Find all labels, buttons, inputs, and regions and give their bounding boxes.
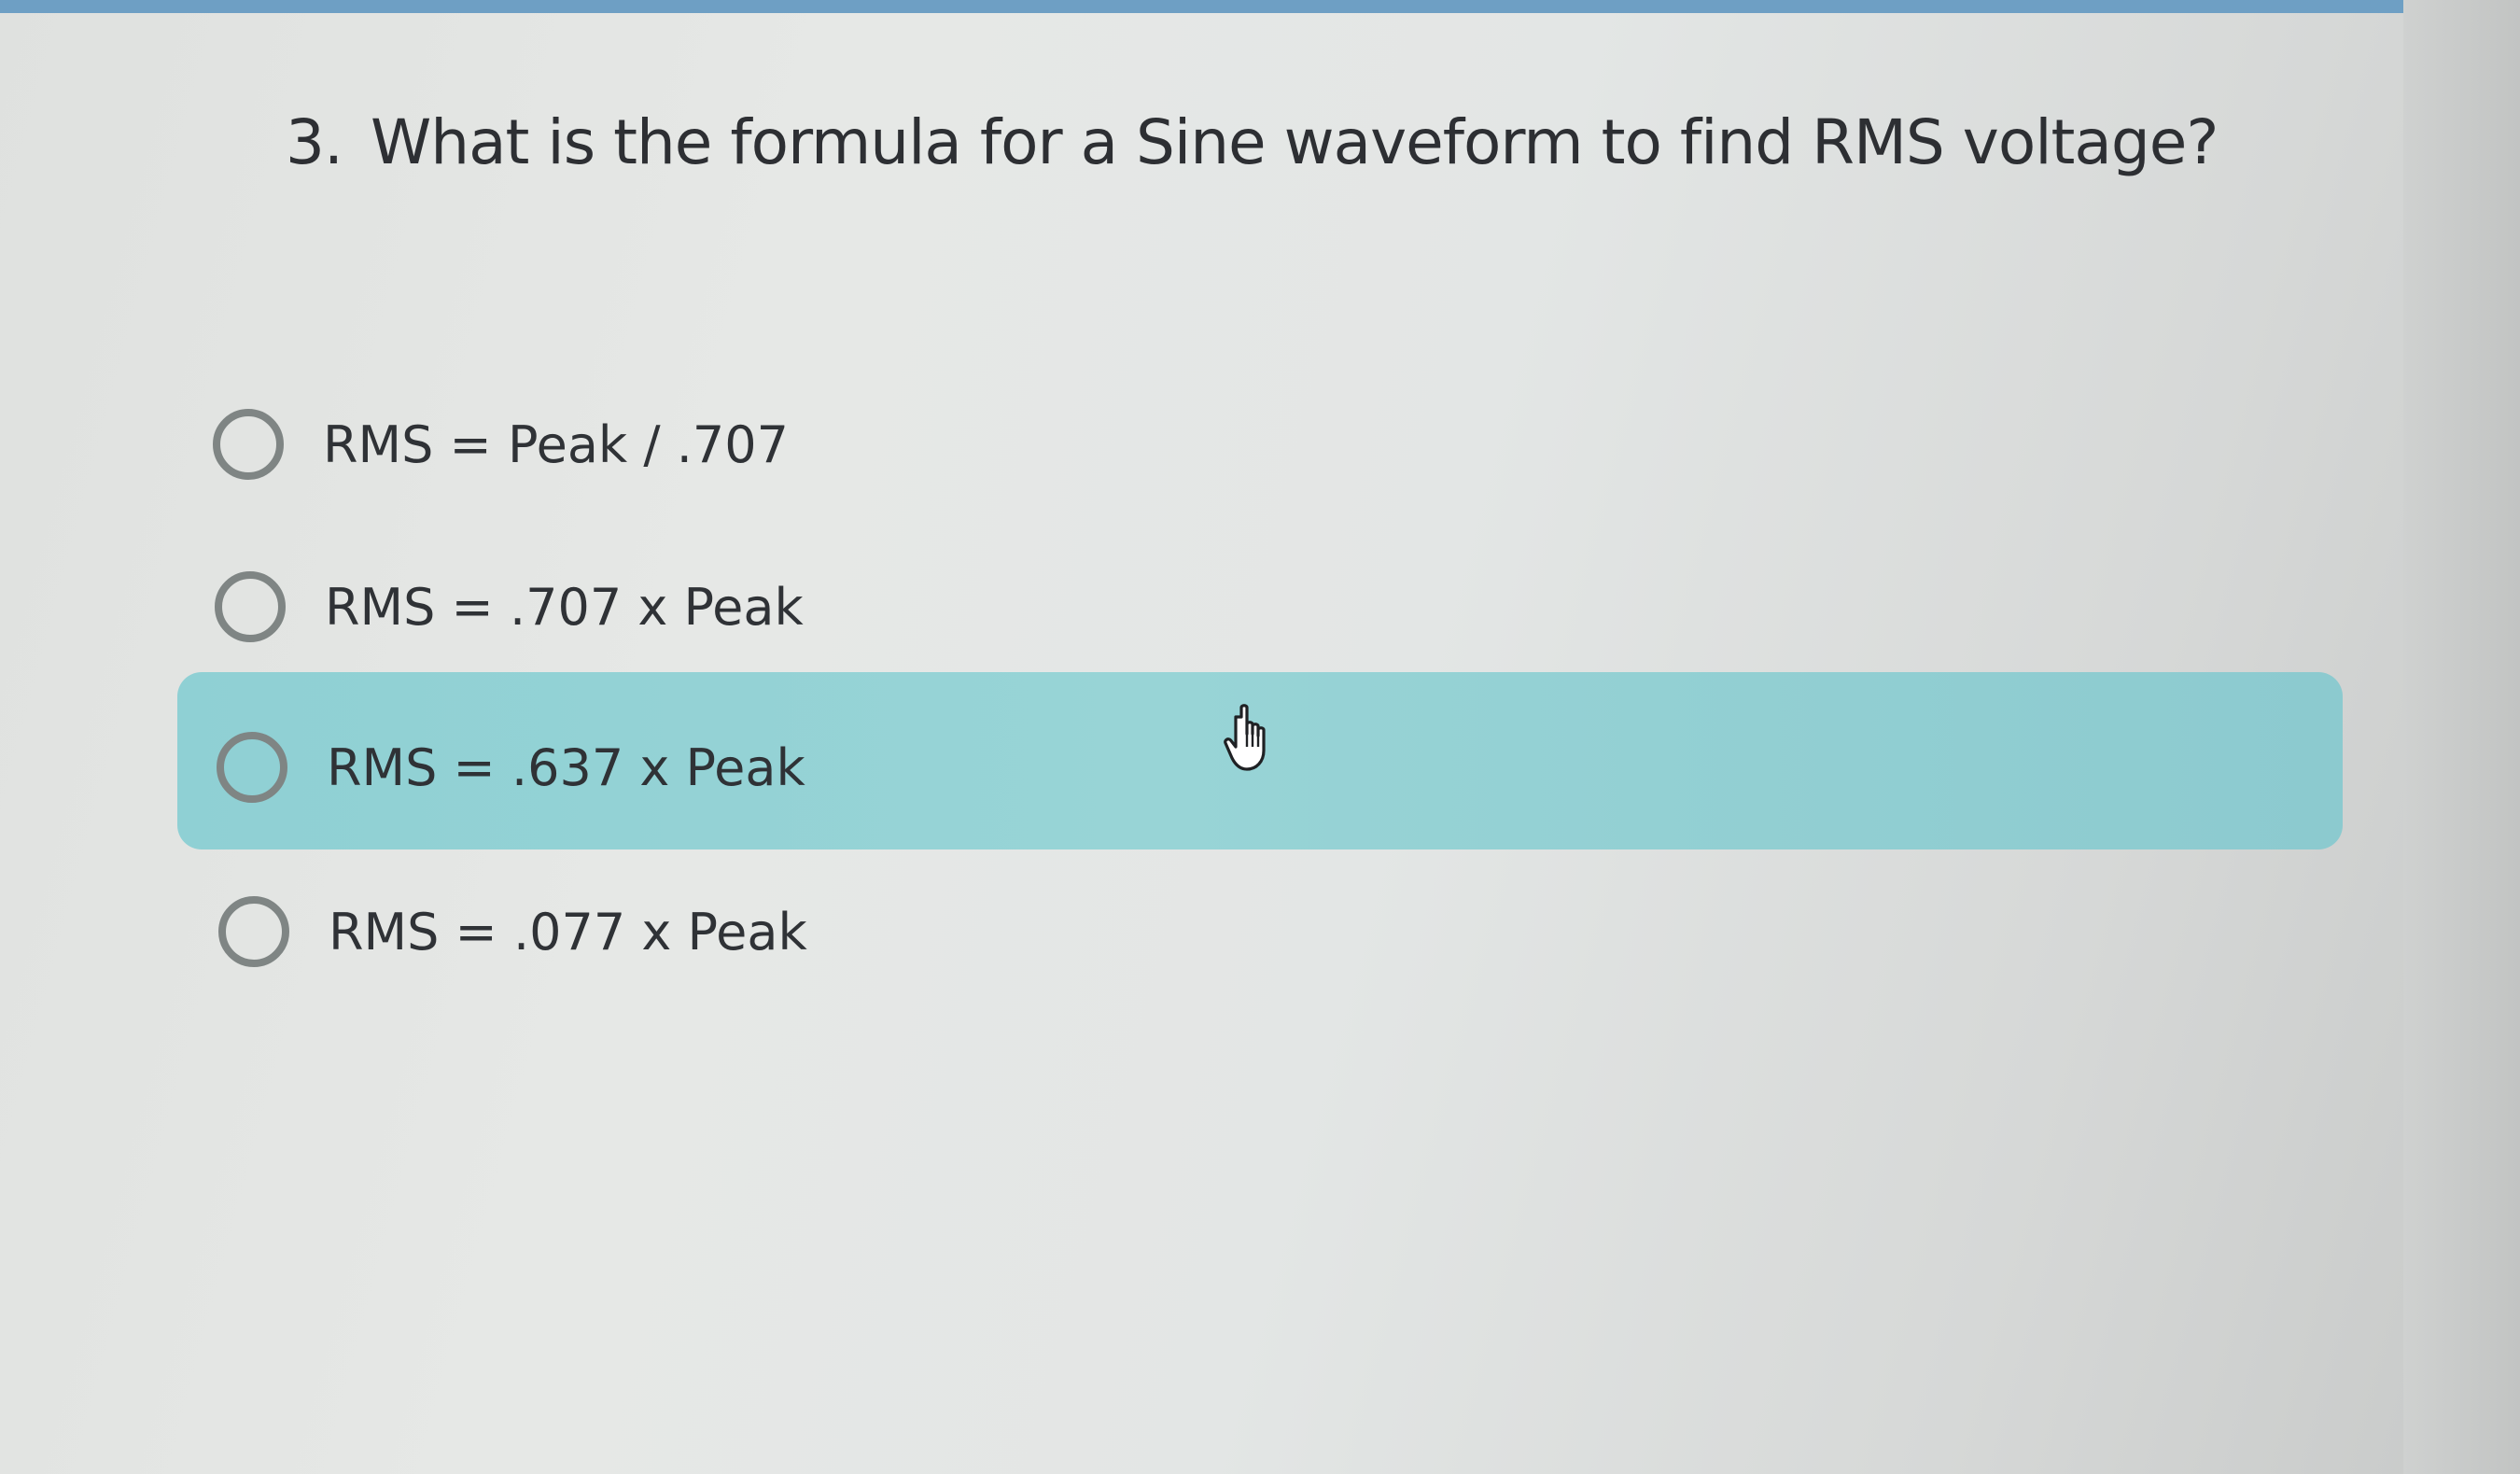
radio-button[interactable] [218,896,289,967]
radio-button[interactable] [217,732,287,803]
answer-option-1[interactable]: RMS = Peak / .707 [177,366,2343,526]
radio-button[interactable] [215,571,286,642]
answer-label: RMS = .707 x Peak [325,578,804,637]
answer-label: RMS = Peak / .707 [323,415,789,474]
radio-button[interactable] [213,409,284,480]
hand-pointer-icon [1224,704,1266,771]
answer-label: RMS = .077 x Peak [329,903,807,962]
answer-option-2[interactable]: RMS = .707 x Peak [177,528,2343,689]
answer-label: RMS = .637 x Peak [327,738,805,797]
answer-option-4[interactable]: RMS = .077 x Peak [177,853,2343,1014]
